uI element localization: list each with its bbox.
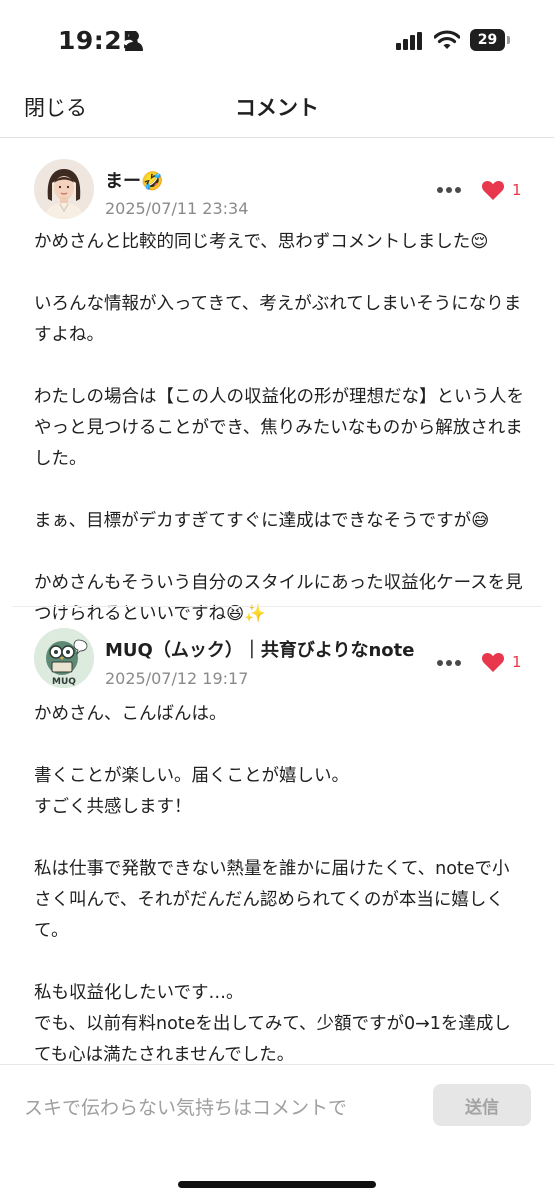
avatar[interactable] [34,159,94,219]
battery-tip [507,36,510,44]
status-bar: 19:25 29 [0,0,554,84]
avatar-logo-text: MUQ [52,677,76,687]
more-options-icon[interactable] [436,659,462,667]
comments-screen: 19:25 29 閉じる コメント まー🤣 2025/07/11 23:34 1… [0,0,554,1200]
header: 閉じる コメント [0,84,554,138]
comment-date: 2025/07/11 23:34 [105,199,249,218]
more-options-icon[interactable] [436,186,462,194]
like-count: 1 [512,653,522,671]
comment-composer: 送信 [0,1064,554,1200]
comment-list[interactable]: まー🤣 2025/07/11 23:34 1 かめさんと比較的同じ考えで、思わず… [0,139,554,1064]
battery-icon: 29 [470,29,510,51]
send-button[interactable]: 送信 [433,1084,531,1126]
like-count: 1 [512,181,522,199]
heart-icon[interactable] [481,179,505,201]
home-indicator[interactable] [178,1181,376,1188]
battery-level: 29 [477,32,498,48]
person-icon [125,31,143,51]
signal-icon [396,32,422,50]
author-name[interactable]: MUQ（ムック）｜共育びよりなnote [105,636,414,662]
page-title: コメント [235,96,319,120]
heart-icon[interactable] [481,651,505,673]
author-name[interactable]: まー🤣 [105,167,163,193]
divider [12,606,542,607]
comment-input[interactable] [24,1093,404,1123]
avatar[interactable]: MUQ [34,628,94,688]
comment-date: 2025/07/12 19:17 [105,669,249,688]
comment-body: かめさんと比較的同じ考えで、思わずコメントしました😌 いろんな情報が入ってきて、… [34,232,524,624]
wifi-icon [434,30,460,49]
comment-body: かめさん、こんばんは。 書くことが楽しい。届くことが嬉しい。 すごく共感します！… [34,704,511,1064]
